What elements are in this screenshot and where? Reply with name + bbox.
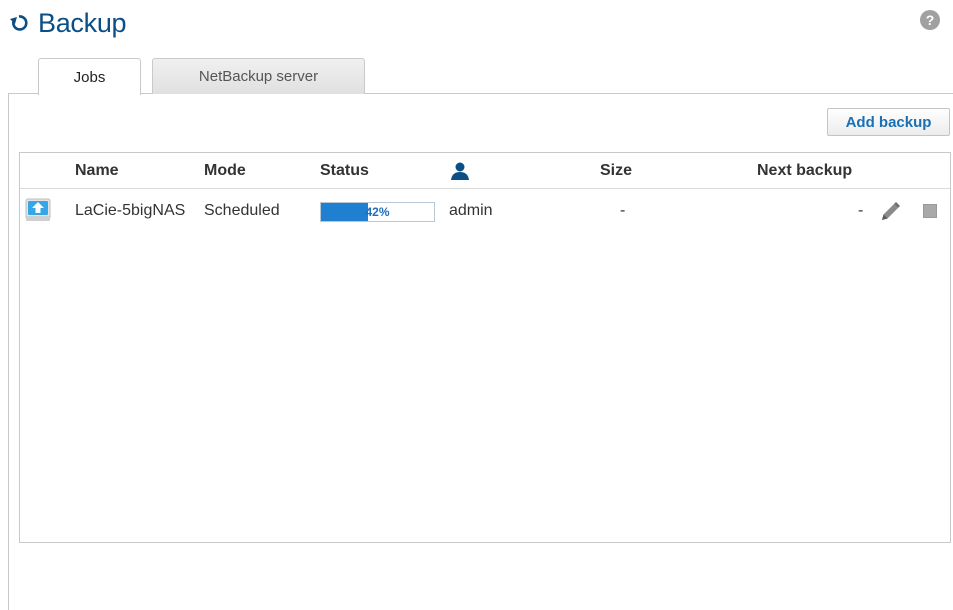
- table-header: Name Mode Status Size Next backup: [20, 153, 950, 189]
- job-name: LaCie-5bigNAS: [75, 202, 186, 219]
- job-mode: Scheduled: [204, 202, 280, 219]
- add-backup-button[interactable]: Add backup: [827, 108, 950, 136]
- job-size: -: [620, 202, 626, 219]
- tab-jobs[interactable]: Jobs: [38, 58, 141, 95]
- page-title: Backup: [38, 7, 127, 38]
- user-icon[interactable]: [450, 161, 470, 181]
- column-next-backup[interactable]: Next backup: [757, 162, 852, 180]
- refresh-icon[interactable]: [8, 12, 30, 34]
- jobs-table: Name Mode Status Size Next backup LaCie-…: [19, 152, 951, 543]
- table-row[interactable]: LaCie-5bigNAS Scheduled 42% admin - -: [20, 193, 950, 229]
- progress-bar: 42%: [320, 202, 435, 222]
- column-status[interactable]: Status: [320, 162, 369, 180]
- drive-icon: [25, 198, 51, 221]
- column-name[interactable]: Name: [75, 162, 119, 180]
- page-header: Backup: [8, 6, 127, 40]
- pencil-icon[interactable]: [878, 200, 902, 224]
- tab-bar: Jobs NetBackup server: [38, 58, 365, 95]
- column-size[interactable]: Size: [600, 162, 632, 180]
- job-user: admin: [449, 202, 493, 219]
- progress-label: 42%: [365, 205, 390, 219]
- help-icon[interactable]: ?: [920, 10, 940, 30]
- stop-icon[interactable]: [923, 204, 937, 218]
- column-mode[interactable]: Mode: [204, 162, 246, 180]
- tab-netbackup-server[interactable]: NetBackup server: [152, 58, 365, 94]
- job-next-backup: -: [858, 202, 864, 219]
